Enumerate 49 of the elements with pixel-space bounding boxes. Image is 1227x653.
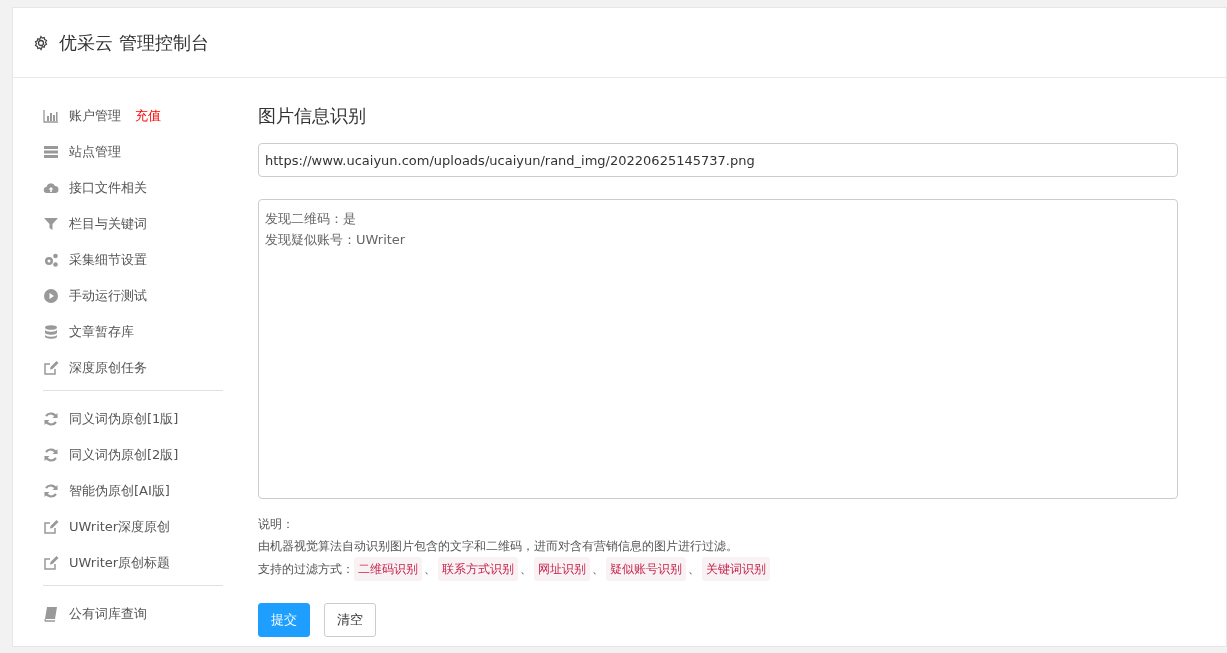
sidebar-link[interactable]: 公有词库查询	[69, 605, 147, 623]
separator-text: 、	[687, 561, 701, 578]
filter-tag: 网址识别	[534, 557, 590, 581]
sidebar-link[interactable]: 文章暂存库	[69, 323, 134, 341]
refresh-icon	[43, 447, 59, 463]
sidebar-link[interactable]: 接口文件相关	[69, 179, 147, 197]
sidebar-link[interactable]: 同义词伪原创[2版]	[69, 446, 179, 464]
sidebar-link[interactable]: UWriter原创标题	[69, 554, 171, 572]
server-icon	[43, 144, 59, 160]
filter-tag: 疑似账号识别	[606, 557, 686, 581]
sidebar-link[interactable]: 站点管理	[69, 143, 121, 161]
sidebar-link[interactable]: UWriter深度原创	[69, 518, 171, 536]
clear-button[interactable]: 清空	[324, 603, 376, 637]
database-icon	[43, 324, 59, 340]
sidebar-link[interactable]: 账户管理	[69, 107, 121, 125]
notes-heading: 说明：	[258, 516, 294, 533]
book-icon	[43, 606, 59, 622]
refresh-icon	[43, 483, 59, 499]
filter-tag: 二维码识别	[354, 557, 422, 581]
section-title: 图片信息识别	[258, 104, 367, 128]
sidebar-link[interactable]: 深度原创任务	[69, 359, 147, 377]
edit-icon	[43, 519, 59, 535]
sidebar-link[interactable]: 栏目与关键词	[69, 215, 147, 233]
separator-text: 、	[519, 561, 533, 578]
play-icon	[43, 288, 59, 304]
sidebar-link[interactable]: 手动运行测试	[69, 287, 147, 305]
filter-icon	[43, 216, 59, 232]
sidebar-link[interactable]: 同义词伪原创[1版]	[69, 410, 179, 428]
bar-chart-icon	[43, 108, 59, 124]
console-title: 优采云 管理控制台	[59, 30, 209, 55]
filter-tag: 关键词识别	[702, 557, 770, 581]
separator-text: 、	[591, 561, 605, 578]
separator-text: 、	[423, 561, 437, 578]
edit-icon	[43, 555, 59, 571]
url-field[interactable]: https://www.ucaiyun.com/uploads/ucaiyun/rand_img/20220625145737.png	[258, 143, 1178, 177]
refresh-icon	[43, 411, 59, 427]
gear-icon	[33, 34, 49, 51]
cloud-upload-icon	[43, 180, 59, 196]
filters-label: 支持的过滤方式：	[258, 561, 354, 578]
filter-tag: 联系方式识别	[438, 557, 518, 581]
result-line: 发现二维码：是	[265, 210, 356, 228]
sidebar-link[interactable]: 采集细节设置	[69, 251, 147, 269]
sidebar-link[interactable]: 智能伪原创[AI版]	[69, 482, 170, 500]
edit-icon	[43, 360, 59, 376]
result-line: 发现疑似账号：UWriter	[265, 231, 406, 249]
result-field[interactable]: 发现二维码：是 发现疑似账号：UWriter	[258, 199, 1178, 499]
gears-icon	[43, 252, 59, 268]
notes-description: 由机器视觉算法自动识别图片包含的文字和二维码，进而对含有营销信息的图片进行过滤。	[258, 538, 738, 555]
recharge-link[interactable]: 充值	[135, 107, 161, 125]
